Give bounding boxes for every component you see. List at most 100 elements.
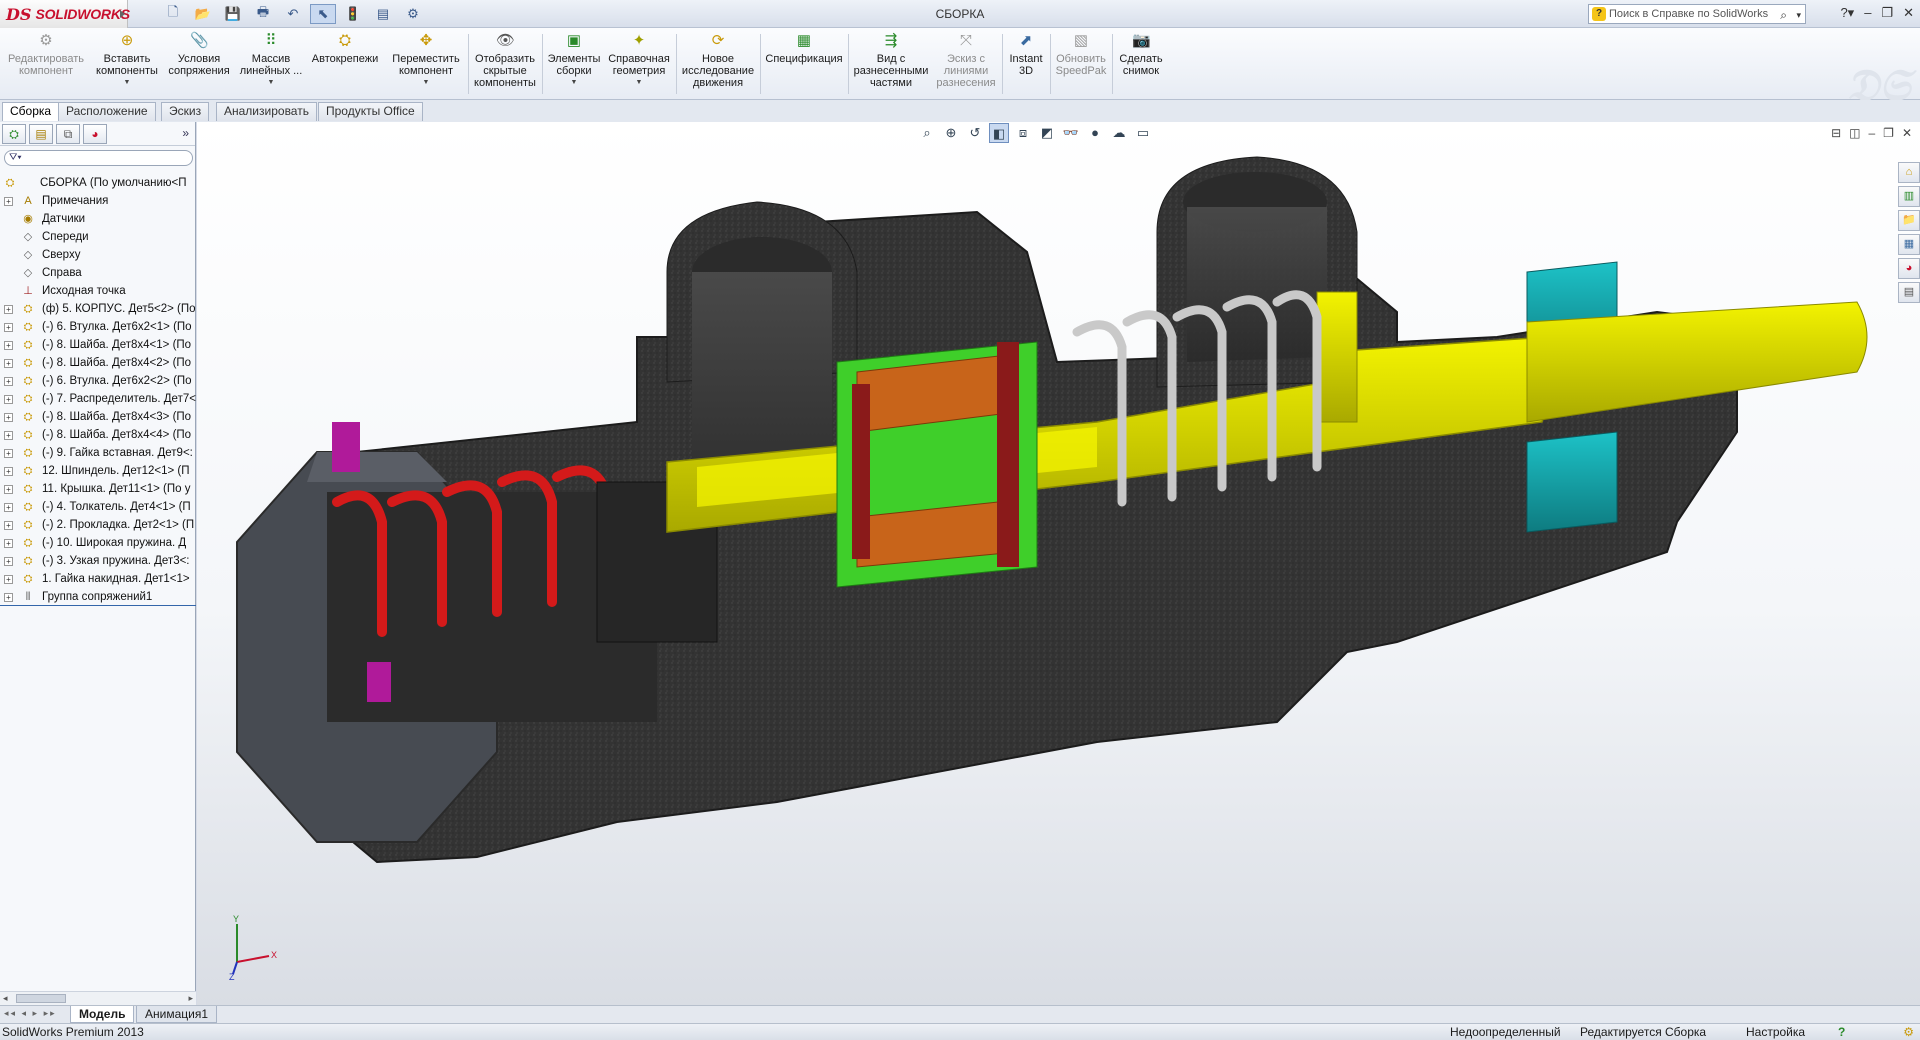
customize-menu[interactable]: Настройка — [1746, 1024, 1805, 1040]
scroll-right-icon[interactable]: ▸ — [188, 993, 193, 1004]
dropdown-arrow-icon[interactable]: ▼ — [423, 77, 430, 89]
view-palette-icon[interactable]: ▦ — [1898, 234, 1920, 255]
expand-toggle-icon[interactable]: + — [4, 341, 13, 350]
tree-item[interactable]: ⊥ Исходная точка — [0, 282, 196, 300]
mate-button[interactable]: 📎 Условия сопряжения — [164, 32, 234, 98]
expand-toggle-icon[interactable]: + — [4, 413, 13, 422]
select-icon[interactable]: ⬉ — [310, 4, 336, 24]
panel-horizontal-scrollbar[interactable]: ◂ ▸ — [0, 991, 196, 1005]
tree-item[interactable]: + A Примечания — [0, 192, 196, 210]
file-explorer-icon[interactable]: 📁 — [1898, 210, 1920, 231]
reference-geometry-button[interactable]: ✦ Справочная геометрия ▼ — [604, 32, 674, 98]
tree-root-assembly[interactable]: ⛭ СБОРКА (По умолчанию<П — [0, 174, 196, 192]
dropdown-arrow-icon[interactable]: ▼ — [268, 77, 275, 89]
tree-item[interactable]: + ⛭ (-) 8. Шайба. Дет8х4<2> (По — [0, 354, 196, 372]
displaymanager-tab-icon[interactable]: ◕ — [83, 123, 107, 144]
expand-toggle-icon[interactable]: + — [4, 593, 13, 602]
minimize-icon[interactable]: – — [1864, 5, 1871, 21]
expand-toggle-icon[interactable]: + — [4, 431, 13, 440]
dropdown-arrow-icon[interactable]: ▼ — [124, 77, 131, 89]
tree-item[interactable]: + ⛭ (-) 9. Гайка вставная. Дет9<: — [0, 444, 196, 462]
expand-toggle-icon[interactable]: + — [4, 557, 13, 566]
assembly-features-button[interactable]: ▣ Элементы сборки ▼ — [544, 32, 604, 98]
gasket-top[interactable] — [332, 422, 360, 472]
expand-toggle-icon[interactable]: + — [4, 305, 13, 314]
restore-icon[interactable]: ❐ — [1881, 5, 1893, 21]
tab-layout[interactable]: Расположение — [58, 102, 156, 121]
tree-item[interactable]: + ⫴ Группа сопряжений1 — [0, 588, 196, 606]
tab-office-products[interactable]: Продукты Office — [318, 102, 423, 121]
dropdown-arrow-icon[interactable]: ▼ — [571, 77, 578, 89]
tree-item[interactable]: + ⛭ (-) 3. Узкая пружина. Дет3<: — [0, 552, 196, 570]
take-snapshot-button[interactable]: 📷 Сделать снимок — [1114, 32, 1168, 98]
smart-fasteners-button[interactable]: ⛭ Автокрепежи — [310, 32, 380, 98]
quick-tips-icon[interactable]: ? — [1838, 1024, 1845, 1040]
tree-item[interactable]: + ⛭ (-) 8. Шайба. Дет8х4<1> (По — [0, 336, 196, 354]
tree-item[interactable]: + ⛭ (-) 10. Широкая пружина. Д — [0, 534, 196, 552]
featuremanager-tab-icon[interactable]: ⛭ — [2, 123, 26, 144]
explode-line-sketch-button[interactable]: ⤧ Эскиз с линиями разнесения — [932, 32, 1000, 98]
distributor-sleeve[interactable] — [836, 341, 1038, 588]
expand-toggle-icon[interactable]: + — [4, 467, 13, 476]
expand-toggle-icon[interactable]: + — [4, 377, 13, 386]
expand-panel-icon[interactable]: » — [182, 126, 189, 140]
expand-toggle-icon[interactable]: + — [4, 323, 13, 332]
tree-filter-input[interactable]: ⛛▾ — [4, 150, 193, 166]
expand-toggle-icon[interactable]: + — [4, 197, 13, 206]
new-document-icon[interactable]: 🗋 — [160, 4, 186, 24]
expand-toggle-icon[interactable]: + — [4, 539, 13, 548]
expand-toggle-icon[interactable]: + — [4, 359, 13, 368]
tab-evaluate[interactable]: Анализировать — [216, 102, 317, 121]
tree-item[interactable]: + ⛭ (-) 7. Распределитель. Дет7< — [0, 390, 196, 408]
edit-component-button[interactable]: ⚙ Редактировать компонент — [4, 32, 88, 98]
expand-toggle-icon[interactable]: + — [4, 395, 13, 404]
tree-item[interactable]: + ⛭ (-) 4. Толкатель. Дет4<1> (П — [0, 498, 196, 516]
tab-assembly[interactable]: Сборка — [2, 102, 60, 121]
tab-navigation-icons[interactable]: ◂◂ ◂ ▸ ▸▸ — [4, 1008, 57, 1019]
tree-item[interactable]: + ⛭ (-) 6. Втулка. Дет6х2<2> (По — [0, 372, 196, 390]
tree-item[interactable]: ◉ Датчики — [0, 210, 196, 228]
options-icon[interactable]: ⚙ — [400, 4, 426, 24]
tree-item[interactable]: + ⛭ 12. Шпиндель. Дет12<1> (П — [0, 462, 196, 480]
expand-toggle-icon[interactable]: + — [4, 449, 13, 458]
undo-icon[interactable]: ↶ — [280, 4, 306, 24]
bom-button[interactable]: ▦ Спецификация — [762, 32, 846, 98]
custom-properties-icon[interactable]: ▤ — [1898, 282, 1920, 303]
design-library-icon[interactable]: ▥ — [1898, 186, 1920, 207]
sectioned-valve-model[interactable] — [197, 122, 1920, 1005]
expand-toggle-icon[interactable]: + — [4, 503, 13, 512]
move-component-button[interactable]: ✥ Переместить компонент ▼ — [386, 32, 466, 98]
expand-toggle-icon[interactable]: + — [4, 575, 13, 584]
scroll-left-icon[interactable]: ◂ — [3, 993, 8, 1004]
tree-item[interactable]: + ⛭ 11. Крышка. Дет11<1> (По у — [0, 480, 196, 498]
show-hidden-components-button[interactable]: 👁 Отобразить скрытые компоненты — [470, 32, 540, 98]
graphics-area[interactable]: ⌕ ⊕ ↺ ◧ ⧈ ◩ 👓 ● ☁ ▭ ⊟ ◫ – ❐ ✕ ⌂ ▥ 📁 ▦ ◕ … — [197, 122, 1920, 1005]
configurationmanager-tab-icon[interactable]: ⧉ — [56, 123, 80, 144]
tab-sketch[interactable]: Эскиз — [161, 102, 210, 121]
scroll-thumb[interactable] — [16, 994, 66, 1003]
new-motion-study-button[interactable]: ⟳ Новое исследование движения — [678, 32, 758, 98]
chevron-down-icon[interactable]: ▾ — [1796, 6, 1801, 24]
linear-pattern-button[interactable]: ⠿ Массив линейных ... ▼ — [236, 32, 306, 98]
exploded-view-button[interactable]: ⇶ Вид с разнесенными частями — [850, 32, 932, 98]
search-icon[interactable]: ⌕ — [1780, 6, 1787, 24]
dropdown-arrow-icon[interactable]: ▼ — [636, 77, 643, 89]
tree-item[interactable]: + ⛭ (ф) 5. КОРПУС. Дет5<2> (По — [0, 300, 196, 318]
appearances-icon[interactable]: ◕ — [1898, 258, 1920, 279]
tree-item[interactable]: + ⛭ (-) 6. Втулка. Дет6х2<1> (По — [0, 318, 196, 336]
help-menu-icon[interactable]: ?▾ — [1840, 5, 1854, 21]
expand-toggle-icon[interactable]: + — [4, 521, 13, 530]
insert-components-button[interactable]: ⊕ Вставить компоненты ▼ — [92, 32, 162, 98]
update-speedpak-button[interactable]: ▧ Обновить SpeedPak — [1052, 32, 1110, 98]
propertymanager-tab-icon[interactable]: ▤ — [29, 123, 53, 144]
print-icon[interactable]: 🖶 — [250, 4, 276, 24]
tab-model[interactable]: Модель — [70, 1006, 135, 1023]
tree-item[interactable]: + ⛭ (-) 8. Шайба. Дет8х4<3> (По — [0, 408, 196, 426]
solidworks-resources-icon[interactable]: ⌂ — [1898, 162, 1920, 183]
tree-item[interactable]: + ⛭ (-) 2. Прокладка. Дет2<1> (П — [0, 516, 196, 534]
open-icon[interactable]: 📂 — [190, 4, 216, 24]
tree-item[interactable]: ◇ Спереди — [0, 228, 196, 246]
tree-item[interactable]: ◇ Сверху — [0, 246, 196, 264]
save-icon[interactable]: 💾 — [220, 4, 246, 24]
rebuild-icon[interactable]: 🚦 — [340, 4, 366, 24]
